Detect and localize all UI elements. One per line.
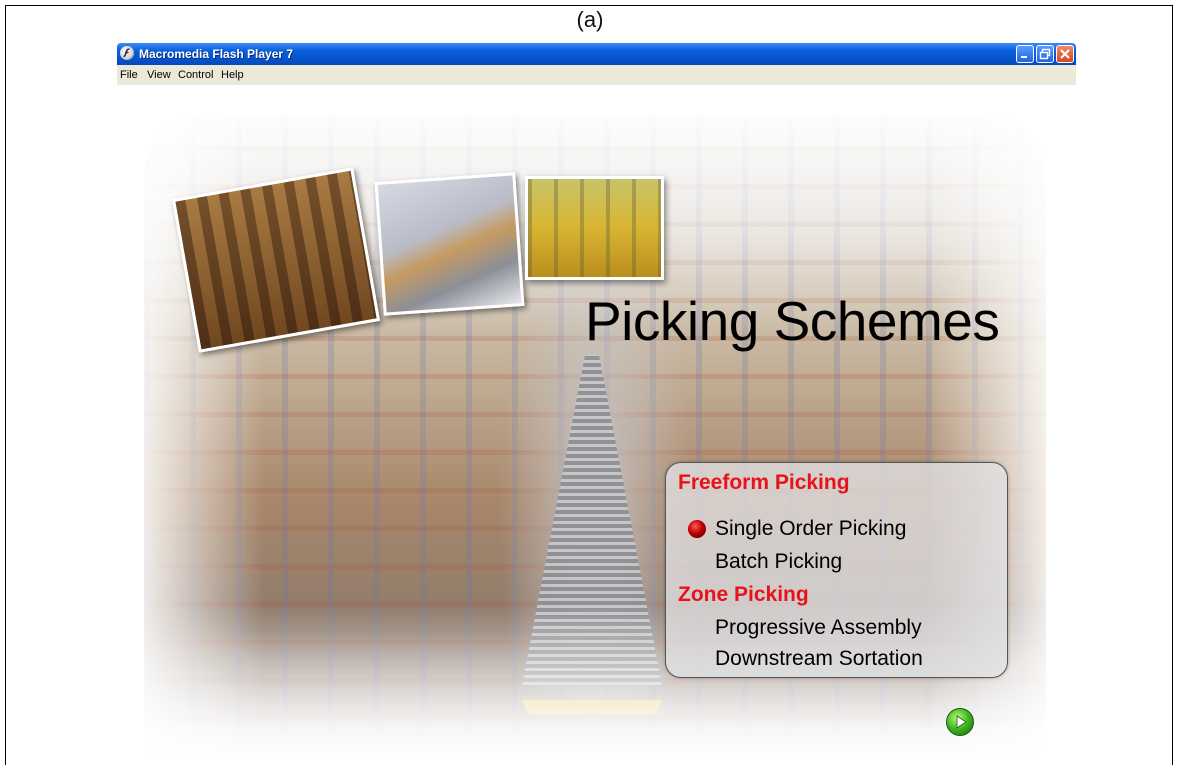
flash-player-icon[interactable] <box>120 46 134 60</box>
minimize-button[interactable] <box>1016 45 1034 63</box>
next-button[interactable] <box>946 708 974 736</box>
menu-bar: File View Control Help <box>117 65 1076 85</box>
carton-conveyor-photo <box>374 172 525 316</box>
section-freeform-picking[interactable]: Freeform Picking <box>678 471 850 495</box>
warehouse-floor-photo <box>525 176 664 280</box>
restore-button[interactable] <box>1036 45 1054 63</box>
bullet-icon <box>688 520 706 538</box>
menu-view[interactable]: View <box>147 68 171 82</box>
play-icon <box>956 715 967 729</box>
close-icon <box>1060 49 1070 59</box>
section-zone-picking[interactable]: Zone Picking <box>678 583 809 607</box>
menu-control[interactable]: Control <box>178 68 213 82</box>
close-button[interactable] <box>1056 45 1074 63</box>
menu-item-progressive-assembly[interactable]: Progressive Assembly <box>715 616 922 640</box>
menu-item-downstream-sortation[interactable]: Downstream Sortation <box>715 647 923 671</box>
menu-item-batch-picking[interactable]: Batch Picking <box>715 550 842 574</box>
restore-icon <box>1039 48 1051 60</box>
shelving-aisle-photo <box>171 167 381 353</box>
figure-caption: (a) <box>576 7 604 32</box>
menu-help[interactable]: Help <box>221 68 244 82</box>
menu-item-single-order-picking[interactable]: Single Order Picking <box>715 517 906 541</box>
page-title: Picking Schemes <box>585 290 1000 352</box>
window-title: Macromedia Flash Player 7 <box>139 47 294 61</box>
minimize-icon <box>1021 56 1027 58</box>
picking-menu-panel: Freeform Picking Single Order Picking Ba… <box>665 462 1008 678</box>
flash-content-area: Picking Schemes Freeform Picking Single … <box>117 85 1076 759</box>
flash-player-window: Macromedia Flash Player 7 File View Cont… <box>117 43 1076 759</box>
menu-file[interactable]: File <box>120 68 138 82</box>
title-bar[interactable]: Macromedia Flash Player 7 <box>117 43 1076 65</box>
